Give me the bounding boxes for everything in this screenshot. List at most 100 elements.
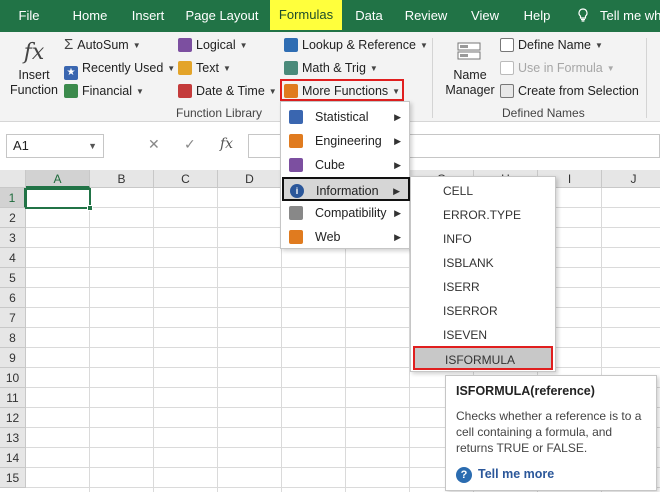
define-name-label: Define Name [518,38,591,52]
group-separator [432,38,433,118]
selected-cell-a1[interactable] [25,188,93,211]
submenu-item-isformula[interactable]: ISFORMULA [413,346,553,370]
row-header-7[interactable]: 7 [0,308,26,328]
menu-item-engineering[interactable]: Engineering ▶ [283,129,409,153]
gridline-row [26,327,660,328]
create-from-selection-button[interactable]: Create from Selection [500,81,639,101]
ribbon-tab-bar: File Home Insert Page Layout Formulas Da… [0,0,660,32]
submenu-item-iseven[interactable]: ISEVEN [411,323,555,347]
tab-home[interactable]: Home [64,0,116,32]
cancel-icon[interactable]: ✕ [148,136,160,153]
math-trig-button[interactable]: Math & Trig ▼ [284,58,378,78]
chevron-down-icon: ▼ [268,87,277,96]
name-manager-button[interactable]: Name Manager [440,40,500,98]
lightbulb-icon [578,8,588,22]
submenu-item-isblank[interactable]: ISBLANK [411,251,555,275]
name-box[interactable]: A1 ▼ [6,134,104,158]
date-time-book-icon [178,84,192,98]
submenu-item-iserr[interactable]: ISERR [411,275,555,299]
row-header-11[interactable]: 11 [0,388,26,408]
insert-function-icon[interactable]: fx [220,136,233,152]
chevron-down-icon: ▼ [369,64,378,73]
tab-page-layout[interactable]: Page Layout [180,0,264,32]
lookup-reference-button[interactable]: Lookup & Reference ▼ [284,35,428,55]
tab-formulas[interactable]: Formulas [270,0,342,30]
gridline-column [217,188,218,492]
column-header-b[interactable]: B [90,170,154,188]
chevron-right-icon: ▶ [394,208,401,218]
row-header-9[interactable]: 9 [0,348,26,368]
tab-review[interactable]: Review [400,0,452,32]
row-header-6[interactable]: 6 [0,288,26,308]
row-header-5[interactable]: 5 [0,268,26,288]
submenu-item-info[interactable]: INFO [411,227,555,251]
insert-function-label-1: Insert [18,68,50,82]
text-label: Text [196,61,219,75]
menu-item-information[interactable]: i Information ▶ [282,177,410,201]
fill-handle[interactable] [87,205,93,211]
insert-function-button[interactable]: fx Insert Function [8,38,60,98]
row-header-15[interactable]: 15 [0,468,26,488]
tab-help[interactable]: Help [516,0,558,32]
submenu-item-cell[interactable]: CELL [411,179,555,203]
chevron-right-icon: ▶ [394,232,401,242]
menu-item-cube[interactable]: Cube ▶ [283,153,409,177]
row-header-1[interactable]: 1 [0,188,26,208]
tooltip-title: ISFORMULA(reference) [456,384,595,398]
compatibility-warning-icon [289,206,303,220]
function-tooltip: ISFORMULA(reference) Checks whether a re… [445,375,657,491]
autosum-button[interactable]: Σ AutoSum ▼ [64,35,141,55]
column-header-c[interactable]: C [154,170,218,188]
menu-item-web[interactable]: Web ▶ [283,225,409,249]
tab-insert[interactable]: Insert [124,0,172,32]
row-header-10[interactable]: 10 [0,368,26,388]
recently-used-button[interactable]: ★ Recently Used ▼ [64,58,175,80]
row-header-14[interactable]: 14 [0,448,26,468]
tab-data[interactable]: Data [348,0,390,32]
star-icon: ★ [64,66,78,80]
logical-book-icon [178,38,192,52]
column-header-a[interactable]: A [26,170,90,188]
gridline-row [26,287,660,288]
date-time-button[interactable]: Date & Time ▼ [178,81,277,101]
chevron-down-icon[interactable]: ▼ [88,135,97,157]
use-in-formula-button[interactable]: Use in Formula ▼ [500,58,615,78]
name-manager-label-2: Manager [445,83,495,97]
gridline-row [26,367,660,368]
row-header-2[interactable]: 2 [0,208,26,228]
submenu-item-error-type[interactable]: ERROR.TYPE [411,203,555,227]
tell-me-box[interactable]: Tell me wh [576,0,660,32]
math-trig-book-icon [284,61,298,75]
logical-label: Logical [196,38,236,52]
text-button[interactable]: Text ▼ [178,58,231,78]
row-header-4[interactable]: 4 [0,248,26,268]
chevron-down-icon: ▼ [136,87,144,96]
column-header-d[interactable]: D [218,170,282,188]
row-header-12[interactable]: 12 [0,408,26,428]
column-header-j[interactable]: J [602,170,660,188]
define-name-button[interactable]: Define Name ▼ [500,35,603,55]
menu-item-label: Statistical [315,110,369,124]
date-time-label: Date & Time [196,84,265,98]
select-all-corner[interactable] [0,170,26,188]
name-manager-label-1: Name [453,68,487,82]
menu-item-label: Information [316,184,379,198]
menu-item-compatibility[interactable]: Compatibility ▶ [283,201,409,225]
logical-button[interactable]: Logical ▼ [178,35,248,55]
row-header-13[interactable]: 13 [0,428,26,448]
tell-me-more-link[interactable]: ? Tell me more [456,467,554,483]
lookup-book-icon [284,38,298,52]
help-question-icon: ? [456,467,472,483]
menu-item-statistical[interactable]: Statistical ▶ [283,105,409,129]
insert-function-label-2: Function [10,83,58,97]
submenu-item-iserror[interactable]: ISERROR [411,299,555,323]
row-header-3[interactable]: 3 [0,228,26,248]
tab-file[interactable]: File [8,0,50,32]
gridline-row [26,267,660,268]
row-header-8[interactable]: 8 [0,328,26,348]
function-library-group-label: Function Library [176,106,263,120]
tab-view[interactable]: View [464,0,506,32]
financial-button[interactable]: Financial ▼ [64,81,144,101]
financial-label: Financial [82,84,133,98]
enter-icon[interactable]: ✓ [184,136,196,153]
